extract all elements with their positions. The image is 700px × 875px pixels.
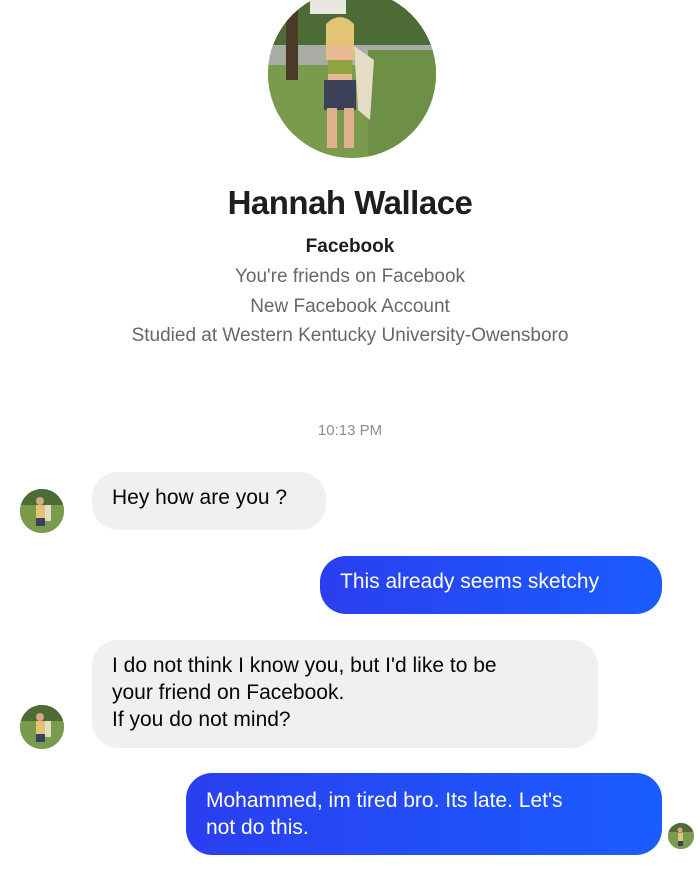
friends-status: You're friends on Facebook (234, 266, 466, 287)
message-bubble-incoming[interactable]: Hey how are you ? (92, 472, 326, 530)
seen-avatar-icon (668, 823, 694, 849)
message-text: This already seems sketchy (340, 570, 600, 593)
profile-photo-icon[interactable] (268, 0, 436, 158)
contact-avatar-icon[interactable] (20, 705, 64, 749)
message-bubble-outgoing[interactable]: This already seems sketchy (320, 556, 662, 614)
contact-avatar-icon[interactable] (20, 489, 64, 533)
message-bubble-incoming[interactable]: I do not think I know you, but I'd like … (92, 640, 598, 748)
contact-name: Hannah Wallace (227, 184, 473, 221)
message-timestamp: 10:13 PM (317, 422, 383, 439)
message-text: I do not think I know you, but I'd like … (112, 654, 497, 731)
message-text: Mohammed, im tired bro. Its late. Let's … (206, 789, 563, 839)
education-info: Studied at Western Kentucky University-O… (131, 325, 569, 346)
account-status: New Facebook Account (250, 296, 450, 317)
profile-header: Hannah Wallace Facebook You're friends o… (0, 0, 700, 360)
profile-source: Facebook (305, 236, 395, 257)
message-text: Hey how are you ? (112, 486, 288, 509)
message-bubble-outgoing[interactable]: Mohammed, im tired bro. Its late. Let's … (186, 773, 662, 855)
